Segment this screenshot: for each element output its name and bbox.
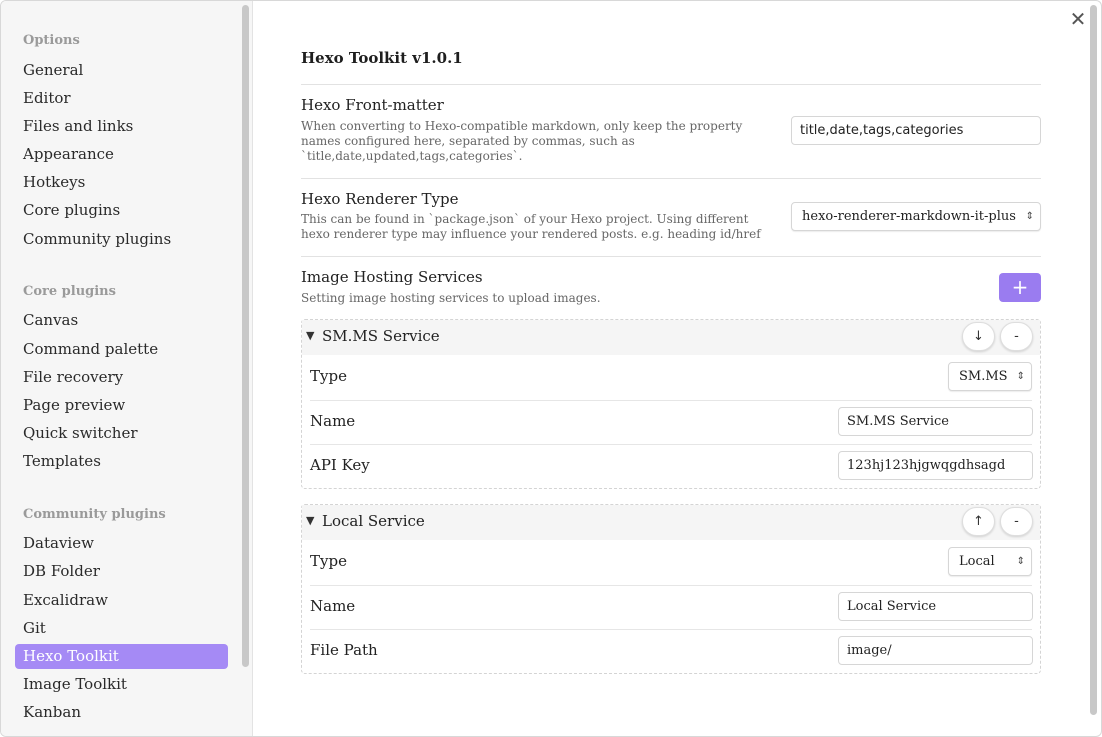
service-panel-smms: ▼ SM.MS Service ↓ - Type SM.MS ⇕ Name SM… (301, 319, 1041, 489)
sidebar-item-git[interactable]: Git (15, 616, 228, 641)
settings-sidebar: Options General Editor Files and links A… (1, 1, 253, 736)
sidebar-group-title-core-plugins: Core plugins (23, 284, 116, 299)
select-arrows-icon: ⇕ (1016, 556, 1025, 567)
sidebar-item-editor[interactable]: Editor (15, 86, 228, 111)
service-row-type: Type SM.MS ⇕ (302, 355, 1040, 400)
service-row-api-key: API Key 123hj123hjgwqgdhsagd (302, 444, 1040, 489)
sidebar-group-title-community-plugins: Community plugins (23, 507, 166, 522)
service-header[interactable]: ▼ SM.MS Service ↓ - (302, 320, 1040, 355)
divider (301, 178, 1041, 179)
sidebar-item-quick-switcher[interactable]: Quick switcher (15, 421, 228, 446)
service-row-file-path: File Path image/ (302, 629, 1040, 674)
sidebar-item-hotkeys[interactable]: Hotkeys (15, 170, 228, 195)
front-matter-setting-desc: When converting to Hexo-compatible markd… (301, 119, 743, 163)
service-panel-local: ▼ Local Service ↑ - Type Local ⇕ Name Lo… (301, 504, 1041, 674)
row-divider (310, 400, 1032, 401)
sidebar-item-canvas[interactable]: Canvas (15, 308, 228, 333)
sidebar-item-kanban[interactable]: Kanban (15, 700, 228, 725)
renderer-select[interactable]: hexo-renderer-markdown-it-plus ⇕ (791, 202, 1041, 231)
row-divider (310, 585, 1032, 586)
front-matter-setting-name: Hexo Front-matter (301, 96, 444, 114)
sidebar-item-files-and-links[interactable]: Files and links (15, 114, 228, 139)
collapse-caret-icon[interactable]: ▼ (306, 514, 314, 527)
row-label: Name (310, 597, 356, 615)
service-type-select[interactable]: SM.MS ⇕ (948, 362, 1032, 391)
service-name-input[interactable]: Local Service (838, 592, 1033, 621)
settings-content: ✕ Hexo Toolkit v1.0.1 Hexo Front-matter … (254, 1, 1101, 736)
select-arrows-icon: ⇕ (1016, 371, 1025, 382)
sidebar-group-title-options: Options (23, 33, 80, 48)
content-scrollbar[interactable] (1090, 5, 1097, 715)
row-divider (310, 444, 1032, 445)
front-matter-input[interactable]: title,date,tags,categories (791, 116, 1041, 145)
api-key-input[interactable]: 123hj123hjgwqgdhsagd (838, 451, 1033, 480)
service-header[interactable]: ▼ Local Service ↑ - (302, 505, 1040, 540)
service-title: Local Service (322, 512, 425, 530)
sidebar-item-hexo-toolkit[interactable]: Hexo Toolkit (15, 644, 228, 669)
row-label: Type (310, 552, 347, 570)
renderer-setting-desc: This can be found in `package.json` of y… (301, 212, 761, 241)
sidebar-item-db-folder[interactable]: DB Folder (15, 559, 228, 584)
move-down-button[interactable]: ↓ (962, 322, 995, 351)
row-label: Type (310, 367, 347, 385)
file-path-input[interactable]: image/ (838, 636, 1033, 665)
settings-modal: Options General Editor Files and links A… (0, 0, 1102, 737)
sidebar-item-page-preview[interactable]: Page preview (15, 393, 228, 418)
service-type-value: SM.MS (959, 369, 1008, 384)
remove-service-button[interactable]: - (1000, 507, 1033, 536)
sidebar-item-appearance[interactable]: Appearance (15, 142, 228, 167)
renderer-setting-name: Hexo Renderer Type (301, 190, 459, 208)
sidebar-item-dataview[interactable]: Dataview (15, 531, 228, 556)
row-label: Name (310, 412, 356, 430)
image-hosting-setting-name: Image Hosting Services (301, 268, 483, 286)
row-label: API Key (310, 456, 370, 474)
divider (301, 256, 1041, 257)
move-up-button[interactable]: ↑ (962, 507, 995, 536)
row-label: File Path (310, 641, 378, 659)
sidebar-item-command-palette[interactable]: Command palette (15, 337, 228, 362)
renderer-select-value: hexo-renderer-markdown-it-plus (802, 209, 1016, 224)
page-title: Hexo Toolkit v1.0.1 (301, 49, 463, 67)
sidebar-item-excalidraw[interactable]: Excalidraw (15, 588, 228, 613)
service-name-input[interactable]: SM.MS Service (838, 407, 1033, 436)
sidebar-item-general[interactable]: General (15, 58, 228, 83)
service-type-select[interactable]: Local ⇕ (948, 547, 1032, 576)
sidebar-scrollbar[interactable] (242, 5, 249, 667)
sidebar-item-templates[interactable]: Templates (15, 449, 228, 474)
close-icon[interactable]: ✕ (1067, 9, 1089, 31)
sidebar-item-file-recovery[interactable]: File recovery (15, 365, 228, 390)
select-arrows-icon: ⇕ (1025, 211, 1034, 222)
service-row-name: Name SM.MS Service (302, 400, 1040, 445)
sidebar-item-community-plugins[interactable]: Community plugins (15, 227, 228, 252)
sidebar-item-core-plugins[interactable]: Core plugins (15, 198, 228, 223)
row-divider (310, 629, 1032, 630)
collapse-caret-icon[interactable]: ▼ (306, 329, 314, 342)
service-type-value: Local (959, 554, 995, 569)
service-row-name: Name Local Service (302, 585, 1040, 630)
service-title: SM.MS Service (322, 327, 440, 345)
sidebar-item-image-toolkit[interactable]: Image Toolkit (15, 672, 228, 697)
divider (301, 84, 1041, 85)
image-hosting-setting-desc: Setting image hosting services to upload… (301, 291, 601, 305)
service-row-type: Type Local ⇕ (302, 540, 1040, 585)
remove-service-button[interactable]: - (1000, 322, 1033, 351)
add-service-button[interactable]: + (999, 273, 1041, 302)
sidebar-scroll-area[interactable]: Options General Editor Files and links A… (1, 1, 253, 736)
